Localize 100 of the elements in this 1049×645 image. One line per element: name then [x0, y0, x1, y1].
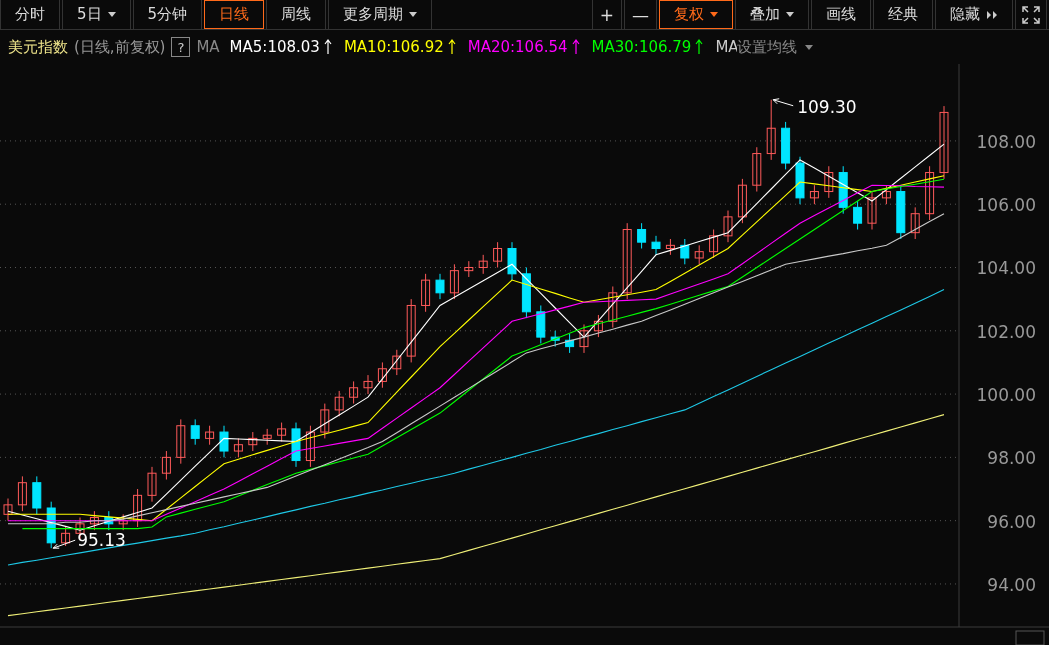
- candlestick: [723, 210, 733, 243]
- toolbar-button[interactable]: 经典: [873, 0, 933, 29]
- candlestick: [608, 286, 618, 329]
- candlestick: [795, 156, 805, 205]
- ma-value: MA20:106.54: [467, 38, 568, 56]
- axis-label: 104.00: [976, 258, 1036, 279]
- candlestick: [651, 235, 661, 256]
- price-annotation: 109.30: [797, 96, 857, 117]
- candlestick: [579, 323, 589, 354]
- candlestick: [493, 241, 503, 268]
- candlestick: [593, 314, 603, 338]
- candlestick: [737, 178, 747, 224]
- ma-value: MA30:106.79: [591, 38, 692, 56]
- candlestick: [363, 374, 373, 395]
- candlestick: [392, 349, 402, 376]
- candlestick: [464, 260, 474, 278]
- hide-button[interactable]: 隐藏: [935, 0, 1013, 29]
- pointer-arrow: [52, 539, 76, 549]
- price-annotation: 95.13: [77, 530, 126, 551]
- ma-label: MA: [196, 38, 220, 56]
- candlestick: [709, 229, 719, 259]
- candlestick: [867, 191, 877, 230]
- candlestick: [118, 513, 128, 531]
- axis-label: 94.00: [987, 574, 1036, 595]
- toolbar-button[interactable]: 复权: [659, 0, 733, 29]
- candlestick: [89, 510, 99, 531]
- candlestick: [349, 380, 359, 405]
- candlestick: [449, 263, 459, 300]
- candlestick: [896, 184, 906, 240]
- candlestick: [262, 428, 272, 446]
- candlestick: [809, 184, 819, 205]
- candlestick: [550, 330, 560, 348]
- candlestick: [824, 165, 834, 199]
- scroll-box: [1015, 630, 1045, 645]
- candlestick: [752, 146, 762, 193]
- candlestick: [507, 241, 517, 281]
- help-button[interactable]: ?: [171, 37, 191, 57]
- candlestick: [176, 418, 186, 465]
- candlestick: [233, 437, 243, 458]
- toolbar-button[interactable]: +: [591, 0, 622, 29]
- candlestick: [478, 254, 488, 275]
- candlestick: [881, 184, 891, 205]
- candlestick: [46, 501, 56, 549]
- candlestick: [565, 333, 575, 354]
- candlestick: [17, 475, 27, 512]
- candlestick: [637, 222, 647, 249]
- toolbar-button[interactable]: 叠加: [735, 0, 809, 29]
- axis-label: 96.00: [987, 511, 1036, 532]
- candlestick: [161, 450, 171, 481]
- candlestick: [248, 431, 258, 452]
- candlestick: [694, 244, 704, 265]
- toolbar-button[interactable]: 画线: [811, 0, 871, 29]
- candlestick: [665, 238, 675, 256]
- candlestick: [680, 238, 690, 265]
- double-arrow-icon: [986, 10, 998, 19]
- candlestick: [781, 121, 791, 170]
- axis-label: 108.00: [976, 131, 1036, 152]
- axis-label: 98.00: [987, 448, 1036, 469]
- candlestick: [925, 165, 935, 221]
- candlestick: [421, 273, 431, 313]
- period-tab[interactable]: 日线: [204, 0, 265, 29]
- caret-icon: [805, 44, 814, 50]
- fullscreen-icon: [1022, 5, 1040, 24]
- candlestick: [133, 488, 143, 528]
- fullscreen-button[interactable]: [1015, 0, 1047, 29]
- candlestick: [377, 361, 387, 389]
- period-label: (日线,前复权): [74, 37, 166, 57]
- up-arrow-icon: [447, 39, 456, 55]
- axis-label: 106.00: [976, 195, 1036, 216]
- candlestick: [536, 304, 546, 344]
- candlestick: [277, 422, 287, 443]
- candlestick: [291, 422, 301, 468]
- candlestick: [334, 390, 344, 417]
- candlestick: [521, 267, 531, 319]
- period-tab[interactable]: 周线: [266, 0, 327, 29]
- up-arrow-icon: [323, 39, 332, 55]
- ma-settings-button[interactable]: 设置均线: [737, 37, 814, 57]
- candlestick: [190, 418, 200, 446]
- period-tab[interactable]: 更多周期: [328, 0, 433, 29]
- candlestick: [320, 403, 330, 439]
- toolbar-button[interactable]: —: [624, 0, 657, 29]
- candlestick: [910, 206, 920, 240]
- candlestick: [147, 466, 157, 503]
- period-tab[interactable]: 分时: [0, 0, 60, 29]
- period-tab[interactable]: 5日: [62, 0, 131, 29]
- candlestick: [61, 526, 71, 547]
- period-tab[interactable]: 5分钟: [132, 0, 203, 29]
- candlestick: [104, 510, 114, 531]
- candlestick: [853, 200, 863, 230]
- index-name: 美元指数: [8, 37, 68, 57]
- candlestick: [205, 425, 215, 446]
- candlestick: [838, 165, 848, 215]
- candlestick: [406, 298, 416, 363]
- candlestick: [305, 425, 315, 468]
- candlestick: [219, 425, 229, 458]
- axis-label: 102.00: [976, 321, 1036, 342]
- candlestick: [435, 273, 445, 300]
- candlestick: [766, 99, 776, 161]
- ma-value: MA10:106.92: [343, 38, 444, 56]
- candlestick: [32, 475, 42, 515]
